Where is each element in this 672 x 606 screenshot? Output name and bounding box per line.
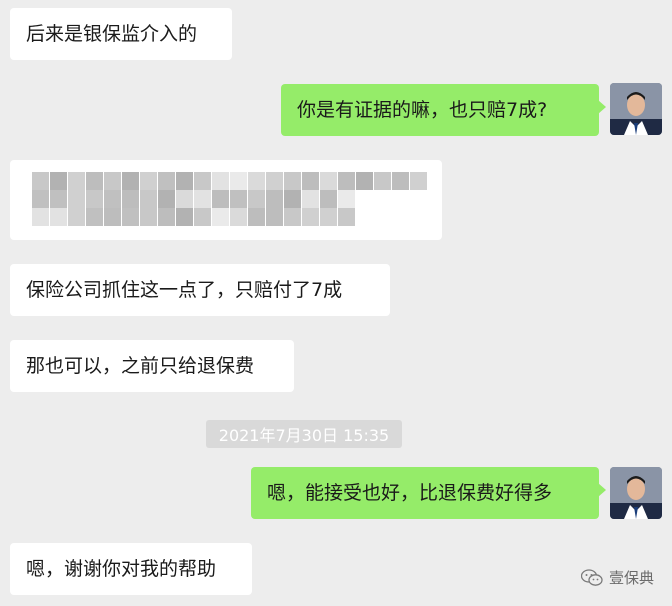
blur-cell (320, 172, 337, 190)
blur-cell (320, 208, 337, 226)
blur-cell (356, 172, 373, 190)
blur-cell (194, 190, 211, 208)
message-text: 后来是银保监介入的 (26, 23, 198, 45)
blur-cell (230, 190, 247, 208)
blur-cell (302, 172, 319, 190)
blur-cell (32, 172, 49, 190)
blur-cell (248, 172, 265, 190)
blur-cell (176, 190, 193, 208)
watermark: 壹保典 (580, 567, 654, 588)
wechat-icon (580, 568, 603, 586)
blur-cell (86, 208, 103, 226)
blur-cell (230, 208, 247, 226)
blur-cell (86, 172, 103, 190)
blur-cell (266, 190, 283, 208)
message-text: 你是有证据的嘛，也只赔7成? (297, 99, 548, 121)
blur-cell (374, 172, 391, 190)
blur-cell (176, 208, 193, 226)
timestamp: 2021年7月30日 15:35 (206, 420, 402, 448)
message-bubble-incoming[interactable]: 嗯，谢谢你对我的帮助 (10, 543, 252, 595)
blur-cell (50, 190, 67, 208)
blurred-message (10, 160, 442, 240)
blur-cell (140, 190, 157, 208)
message-text: 保险公司抓住这一点了，只赔付了7成 (26, 279, 343, 301)
blur-cell (158, 190, 175, 208)
avatar[interactable] (610, 83, 662, 135)
blur-cell (284, 172, 301, 190)
blur-cell (68, 208, 85, 226)
blur-cell (266, 208, 283, 226)
person-icon (610, 467, 662, 519)
blur-cell (140, 208, 157, 226)
blur-cell (32, 190, 49, 208)
blur-cell (50, 208, 67, 226)
blur-cell (194, 208, 211, 226)
blur-cell (212, 190, 229, 208)
blur-cell (266, 172, 283, 190)
message-text: 嗯，谢谢你对我的帮助 (26, 558, 217, 580)
blur-cell (158, 208, 175, 226)
blur-cell (212, 172, 229, 190)
blur-cell (122, 190, 139, 208)
blur-cell (86, 190, 103, 208)
person-icon (610, 83, 662, 135)
blur-cell (302, 208, 319, 226)
blur-cell (158, 172, 175, 190)
message-bubble-incoming[interactable]: 那也可以，之前只给退保费 (10, 340, 294, 392)
blur-cell (302, 190, 319, 208)
blur-cell (212, 208, 229, 226)
message-bubble-outgoing[interactable]: 嗯，能接受也好，比退保费好得多 (251, 467, 606, 519)
blur-cell (410, 172, 427, 190)
watermark-text: 壹保典 (608, 569, 654, 587)
blur-cell (338, 190, 355, 208)
avatar[interactable] (610, 467, 662, 519)
blur-cell (140, 172, 157, 190)
message-text: 那也可以，之前只给退保费 (26, 355, 255, 377)
blur-cell (338, 208, 355, 226)
blur-cell (176, 172, 193, 190)
message-bubble-incoming[interactable]: 保险公司抓住这一点了，只赔付了7成 (10, 264, 390, 316)
blur-cell (320, 190, 337, 208)
message-bubble-incoming[interactable]: 后来是银保监介入的 (10, 8, 232, 60)
blur-cell (248, 208, 265, 226)
message-bubble-outgoing[interactable]: 你是有证据的嘛，也只赔7成? (281, 84, 606, 136)
blur-cell (230, 172, 247, 190)
blur-cell (122, 208, 139, 226)
blur-cell (338, 172, 355, 190)
blur-cell (284, 190, 301, 208)
blur-cell (104, 190, 121, 208)
blur-cell (392, 172, 409, 190)
blur-cell (194, 172, 211, 190)
blur-cell (32, 208, 49, 226)
blur-cell (104, 208, 121, 226)
blur-cell (68, 190, 85, 208)
blur-cell (122, 172, 139, 190)
blur-cell (68, 172, 85, 190)
blur-cell (284, 208, 301, 226)
blur-cell (248, 190, 265, 208)
blur-cell (104, 172, 121, 190)
message-text: 嗯，能接受也好，比退保费好得多 (267, 482, 553, 504)
blur-cell (50, 172, 67, 190)
